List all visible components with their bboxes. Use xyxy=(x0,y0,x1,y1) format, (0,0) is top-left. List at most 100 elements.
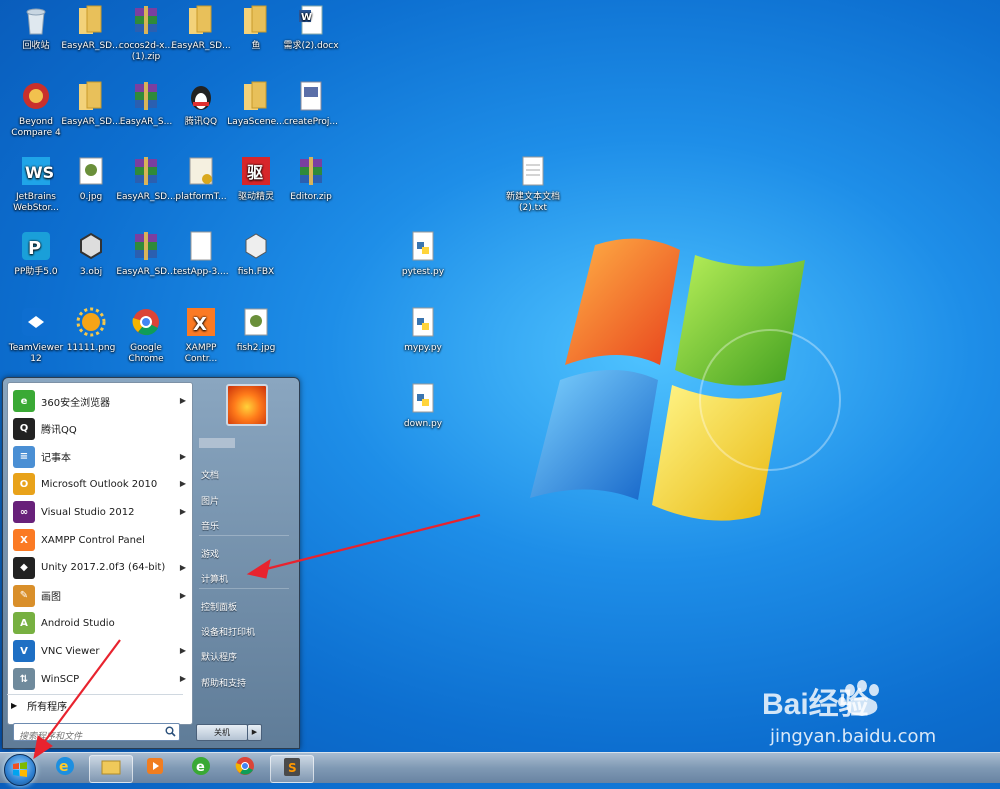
taskbar-button[interactable] xyxy=(134,755,176,781)
start-menu-program-item[interactable]: X XAMPP Control Panel xyxy=(10,527,190,553)
start-menu-program-item[interactable]: A Android Studio xyxy=(10,610,190,636)
submenu-arrow-icon[interactable]: ▶ xyxy=(180,396,186,405)
program-label: Android Studio xyxy=(41,617,115,629)
submenu-arrow-icon[interactable]: ▶ xyxy=(180,674,186,683)
user-avatar[interactable] xyxy=(226,384,268,426)
desktop-icon-label: Editor.zip xyxy=(290,192,332,202)
program-label: Unity 2017.2.0f3 (64-bit) xyxy=(41,562,166,574)
search-icon xyxy=(165,726,176,737)
svg-text:WS: WS xyxy=(25,163,54,182)
start-search-box[interactable] xyxy=(13,723,180,744)
file-explorer-icon xyxy=(99,755,123,783)
program-label: 腾讯QQ xyxy=(41,425,77,437)
start-menu-link[interactable]: 帮助和支持 xyxy=(201,676,246,689)
taskbar-button[interactable]: S xyxy=(270,755,314,783)
watermark-brand: Bai经验 xyxy=(762,687,869,720)
start-menu-program-item[interactable]: ◆ Unity 2017.2.0f3 (64-bit) ▶ xyxy=(10,555,190,581)
qq-penguin-icon: Q xyxy=(13,417,35,440)
desktop-icon[interactable]: createProj... xyxy=(278,78,344,128)
program-label: Visual Studio 2012 xyxy=(41,506,135,518)
start-menu-link[interactable]: 游戏 xyxy=(201,547,219,560)
image-file-icon xyxy=(238,304,274,340)
blank-file-icon xyxy=(183,228,219,264)
desktop-icon[interactable]: Editor.zip xyxy=(278,153,344,203)
program-label: 记事本 xyxy=(41,453,71,465)
submenu-arrow-icon[interactable]: ▶ xyxy=(180,563,186,572)
shutdown-button[interactable]: 关机 xyxy=(196,724,248,741)
obj-model-icon xyxy=(73,228,109,264)
start-menu-program-item[interactable]: ⇅ WinSCP ▶ xyxy=(10,666,190,692)
folder-icon xyxy=(238,78,274,114)
taskbar-button[interactable]: e xyxy=(180,755,222,781)
start-button[interactable] xyxy=(4,754,36,786)
batch-file-icon xyxy=(293,78,329,114)
start-menu-program-item[interactable]: V VNC Viewer ▶ xyxy=(10,638,190,664)
desktop-icon[interactable]: 新建文本文档 (2).txt xyxy=(500,153,566,214)
desktop-icon[interactable]: mypy.py xyxy=(390,304,456,354)
baidu-paw-logo: Bai经验 xyxy=(762,680,992,721)
start-menu-program-item[interactable]: Q 腾讯QQ xyxy=(10,416,190,442)
program-label: Microsoft Outlook 2010 xyxy=(41,478,158,490)
winrar-archive-icon xyxy=(128,228,164,264)
desktop-icon[interactable]: W 需求(2).docx xyxy=(278,2,344,52)
sublime-text-icon: S xyxy=(280,755,304,783)
desktop-icon[interactable]: fish.FBX xyxy=(223,228,289,278)
shutdown-options-button[interactable]: ▶ xyxy=(247,724,262,741)
webstorm-icon: WS xyxy=(18,153,54,189)
submenu-arrow-icon[interactable]: ▶ xyxy=(180,646,186,655)
start-menu-link[interactable]: 文档 xyxy=(201,468,219,481)
user-name-redacted xyxy=(199,438,235,448)
start-menu-link[interactable]: 计算机 xyxy=(201,572,228,585)
start-menu-program-item[interactable]: ≡ 记事本 ▶ xyxy=(10,444,190,470)
windows-logo-wallpaper xyxy=(530,238,841,521)
start-menu: e 360安全浏览器 ▶ Q 腾讯QQ ≡ 记事本 ▶ O Microsoft Outlook 2… xyxy=(2,377,300,749)
taskbar-button[interactable] xyxy=(89,755,133,783)
desktop-icon-label: 需求(2).docx xyxy=(283,41,339,51)
desktop-icon-label: pytest.py xyxy=(401,267,445,277)
svg-text:P: P xyxy=(28,238,41,259)
submenu-arrow-icon[interactable]: ▶ xyxy=(180,452,186,461)
taskbar-button[interactable]: e xyxy=(44,755,86,781)
submenu-arrow-icon[interactable]: ▶ xyxy=(180,479,186,488)
image-file-icon xyxy=(73,153,109,189)
python-file-icon xyxy=(405,304,441,340)
start-menu-program-item[interactable]: O Microsoft Outlook 2010 ▶ xyxy=(10,471,190,497)
desktop-icon[interactable]: fish2.jpg xyxy=(223,304,289,354)
desktop-icon[interactable]: down.py xyxy=(390,380,456,430)
menu-separator xyxy=(199,535,289,536)
all-programs-button[interactable]: ▶ 所有程序 xyxy=(7,694,183,715)
submenu-arrow-icon[interactable]: ▶ xyxy=(180,507,186,516)
start-menu-program-item[interactable]: ✎ 画图 ▶ xyxy=(10,583,190,609)
start-menu-link[interactable]: 默认程序 xyxy=(201,650,237,663)
folder-icon xyxy=(73,2,109,38)
desktop-icon-label: mypy.py xyxy=(404,343,442,353)
unity-icon: ◆ xyxy=(13,556,35,579)
winrar-archive-icon xyxy=(128,2,164,38)
driver-genius-icon: 驱 xyxy=(238,153,274,189)
chrome-icon xyxy=(128,304,164,340)
start-menu-link[interactable]: 图片 xyxy=(201,494,219,507)
config-file-icon xyxy=(183,153,219,189)
submenu-arrow-icon[interactable]: ▶ xyxy=(180,591,186,600)
taskbar-button[interactable] xyxy=(224,755,266,781)
desktop-icon[interactable]: pytest.py xyxy=(390,228,456,278)
xampp-icon: X xyxy=(183,304,219,340)
outlook-icon: O xyxy=(13,473,35,496)
start-menu-program-item[interactable]: e 360安全浏览器 ▶ xyxy=(10,388,190,414)
desktop-icon-label: fish2.jpg xyxy=(236,343,276,353)
taskbar: eeS xyxy=(0,752,1000,786)
360-browser-icon: e xyxy=(13,390,35,412)
python-file-icon xyxy=(405,380,441,416)
beyond-compare-icon xyxy=(18,78,54,114)
start-search-input[interactable] xyxy=(14,730,159,744)
desktop-icon-label: fish.FBX xyxy=(237,267,275,277)
python-file-icon xyxy=(405,228,441,264)
start-menu-link[interactable]: 音乐 xyxy=(201,519,219,532)
internet-explorer-icon: e xyxy=(53,754,77,782)
program-label: 画图 xyxy=(41,592,61,604)
folder-icon xyxy=(73,78,109,114)
program-label: XAMPP Control Panel xyxy=(41,534,145,546)
start-menu-link[interactable]: 控制面板 xyxy=(201,600,237,613)
start-menu-link[interactable]: 设备和打印机 xyxy=(201,625,255,638)
start-menu-program-item[interactable]: ∞ Visual Studio 2012 ▶ xyxy=(10,499,190,525)
